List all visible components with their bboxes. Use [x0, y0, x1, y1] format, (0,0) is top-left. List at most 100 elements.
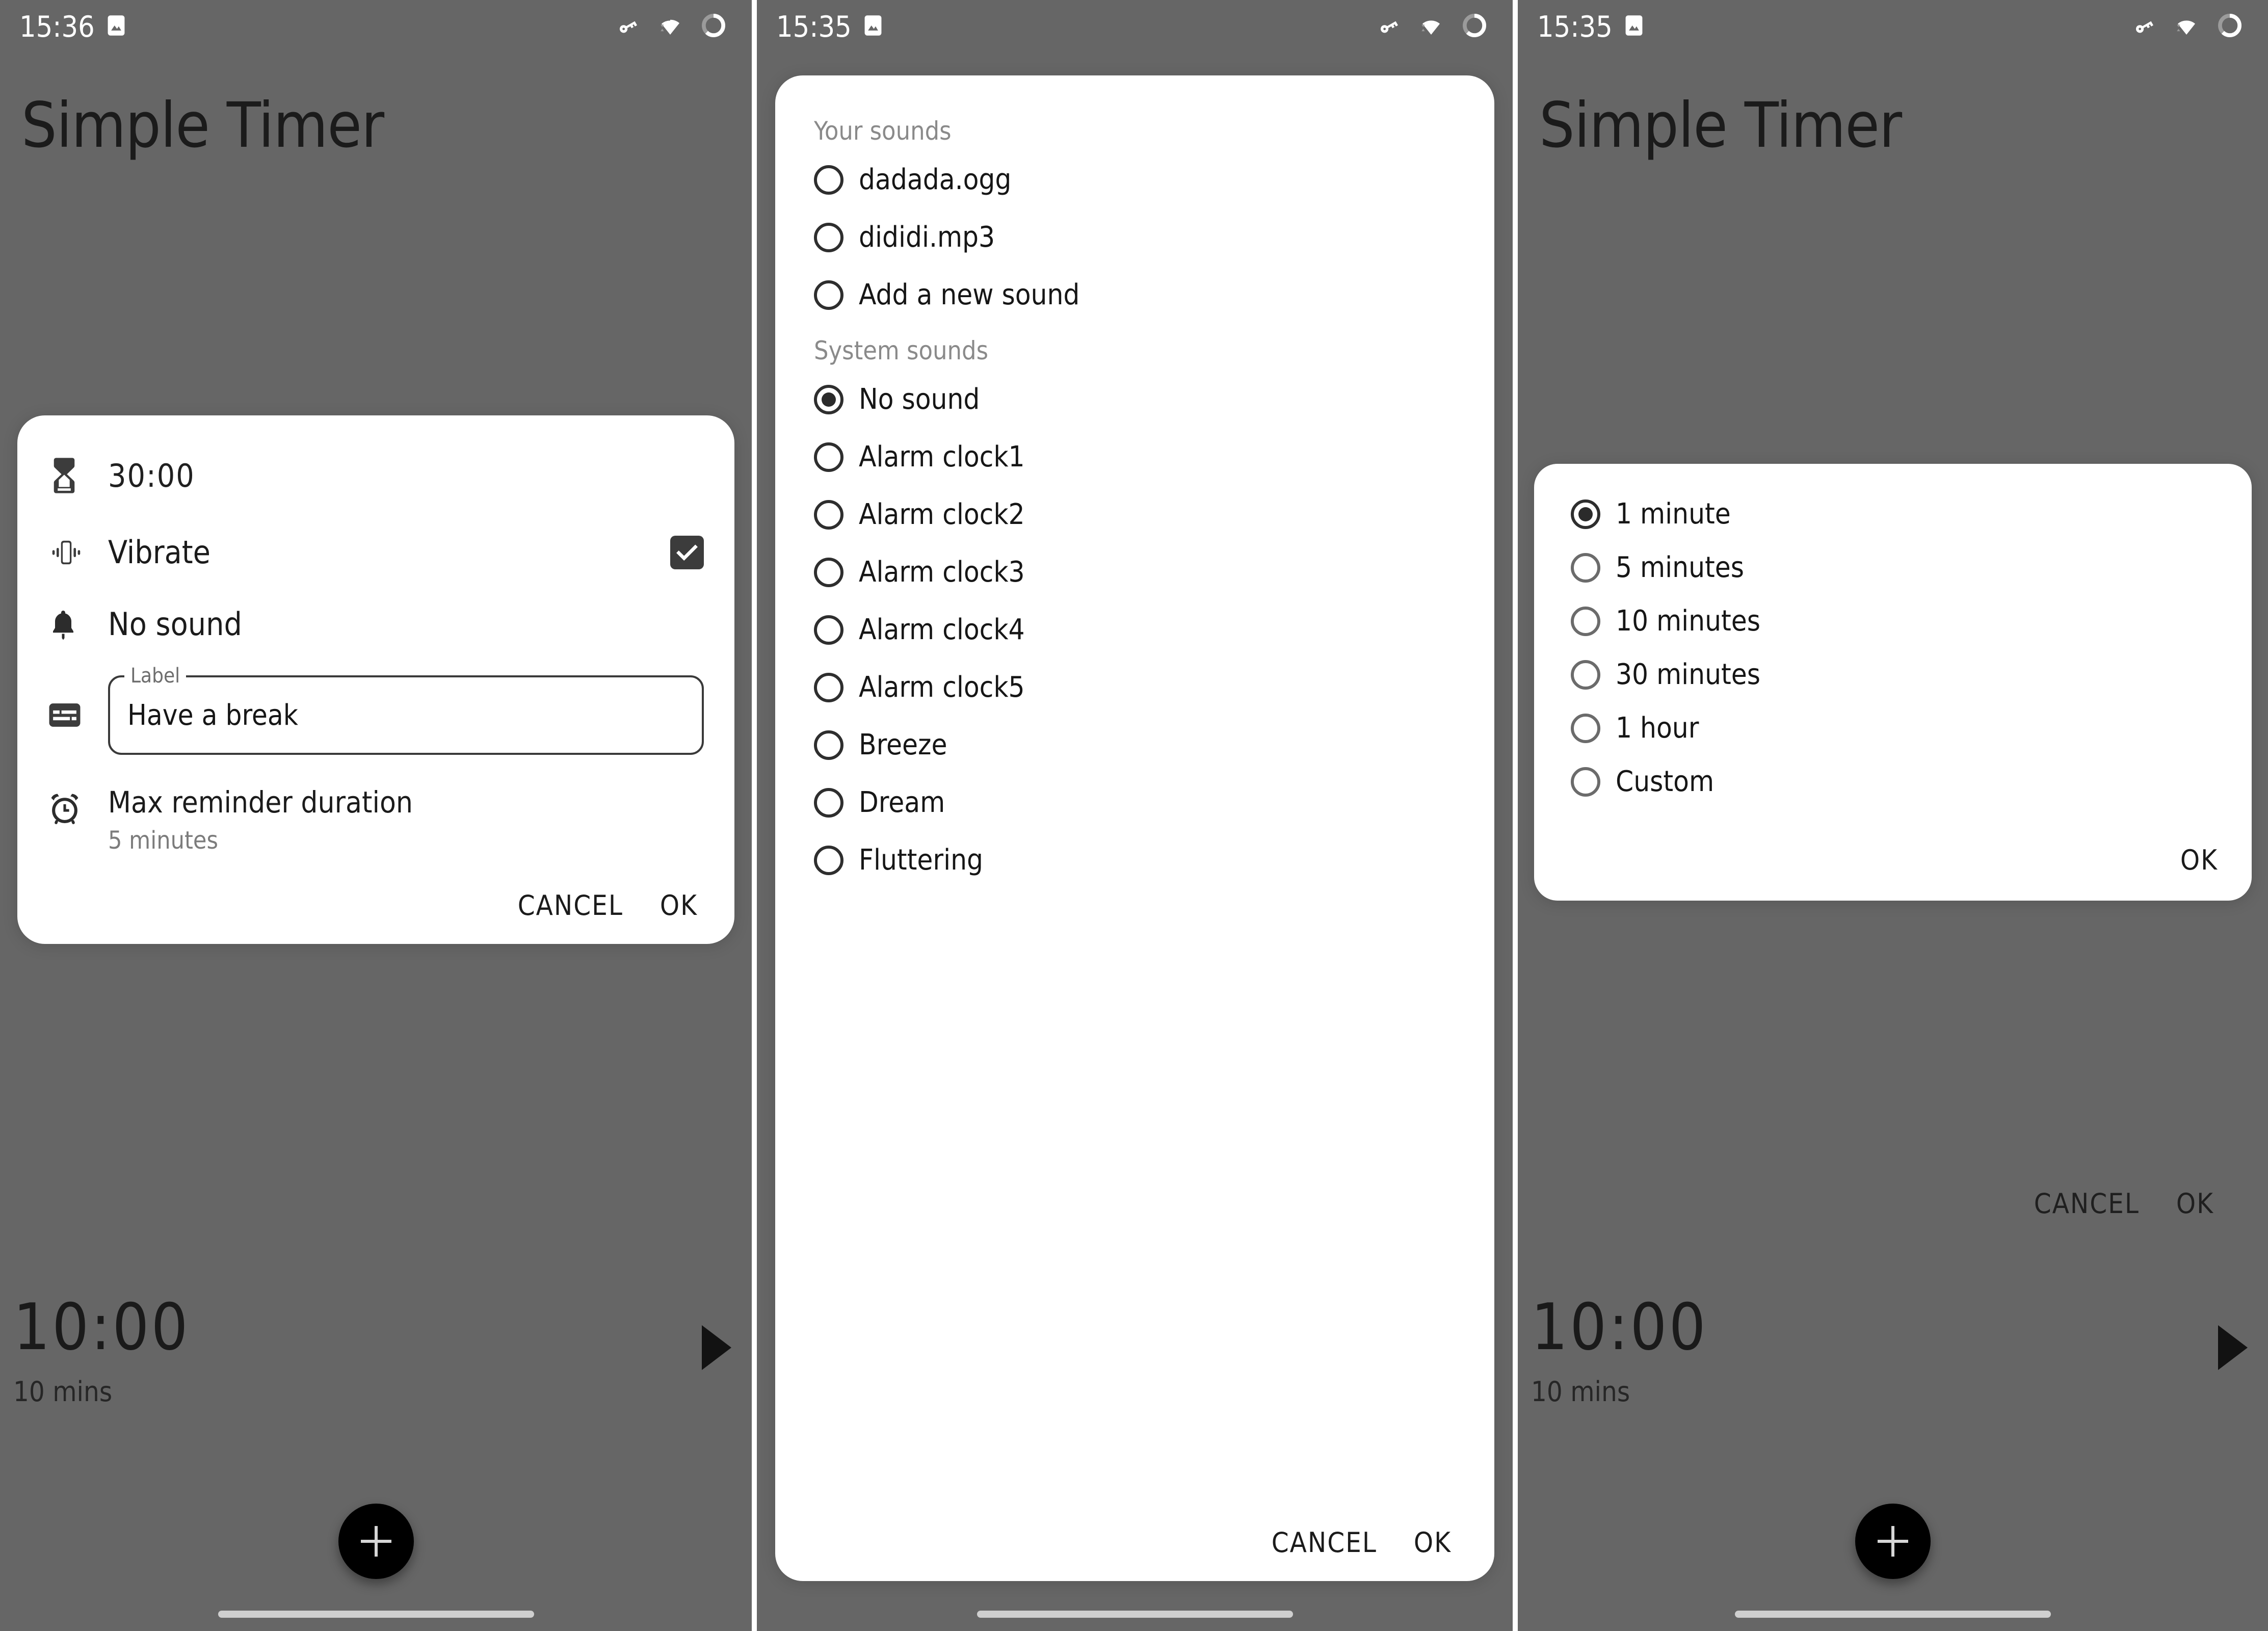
hourglass-icon	[48, 455, 108, 496]
radio-icon[interactable]	[814, 384, 843, 414]
sound-option-label: Alarm clock2	[859, 498, 1025, 531]
radio-icon[interactable]	[814, 442, 843, 472]
sound-option-label: dadada.ogg	[859, 163, 1012, 196]
vibrate-checkbox[interactable]	[670, 535, 704, 569]
status-bar-left: 15:35	[1537, 10, 1644, 44]
ok-button[interactable]: OK	[1414, 1527, 1452, 1559]
max-reminder-texts: Max reminder duration 5 minutes	[108, 786, 413, 855]
radio-icon[interactable]	[1571, 767, 1600, 797]
battery-circle-icon	[700, 12, 727, 42]
sound-options-list[interactable]: Your sounds dadada.ogg dididi.mp3 Add a …	[775, 104, 1494, 1516]
play-icon[interactable]	[702, 1325, 731, 1370]
play-icon[interactable]	[2218, 1325, 2248, 1370]
duration-option-label: 10 minutes	[1616, 604, 1761, 638]
list-item[interactable]: 1 minute	[1534, 487, 2252, 541]
battery-circle-icon	[1461, 12, 1488, 42]
ok-button[interactable]: OK	[2180, 844, 2218, 876]
bell-icon	[48, 607, 108, 642]
ok-button[interactable]: OK	[660, 889, 698, 922]
phone-screen-sound-picker: 15:35 Your sounds dadada.ogg dididi.mp3 …	[757, 0, 1513, 1631]
sound-row[interactable]: No sound	[48, 588, 704, 663]
duration-option-label: Custom	[1616, 765, 1715, 798]
sound-picker-dialog: Your sounds dadada.ogg dididi.mp3 Add a …	[775, 75, 1494, 1581]
radio-icon[interactable]	[1571, 499, 1600, 529]
radio-icon[interactable]	[814, 557, 843, 587]
image-icon	[106, 14, 126, 40]
list-item[interactable]: 10 minutes	[1534, 594, 2252, 648]
list-item[interactable]: Custom	[1534, 755, 2252, 808]
label-input[interactable]: Label Have a break	[108, 664, 704, 755]
alarm-clock-icon	[48, 786, 108, 825]
add-timer-fab[interactable]	[338, 1504, 414, 1579]
list-item[interactable]: Alarm clock5	[775, 659, 1494, 716]
vibrate-label: Vibrate	[108, 534, 210, 571]
nav-gesture-bar[interactable]	[1735, 1611, 2051, 1618]
radio-icon[interactable]	[1571, 606, 1600, 636]
wifi-icon	[656, 12, 684, 41]
list-item[interactable]: Alarm clock3	[775, 543, 1494, 601]
list-item[interactable]: Dream	[775, 774, 1494, 831]
wifi-icon	[2172, 12, 2201, 41]
status-bar-left: 15:36	[19, 10, 126, 44]
cancel-button[interactable]: CANCEL	[2034, 1188, 2140, 1220]
list-item[interactable]: Alarm clock1	[775, 428, 1494, 486]
duration-row[interactable]: 30:00	[48, 441, 704, 516]
cancel-button[interactable]: CANCEL	[1272, 1527, 1377, 1559]
max-duration-dialog: 1 minute 5 minutes 10 minutes 30 minutes…	[1534, 464, 2252, 901]
radio-icon[interactable]	[1571, 713, 1600, 743]
timer-subtitle: 10 mins	[13, 1376, 113, 1408]
edit-timer-dialog: 30:00 Vibrate No sound Label Have a brea…	[17, 415, 734, 944]
image-icon	[863, 14, 883, 40]
radio-icon[interactable]	[814, 165, 843, 195]
radio-icon[interactable]	[1571, 553, 1600, 583]
plus-icon	[1878, 1526, 1908, 1557]
list-item[interactable]: 5 minutes	[1534, 541, 2252, 594]
status-time: 15:36	[19, 10, 95, 44]
ok-button[interactable]: OK	[2176, 1188, 2214, 1220]
list-item[interactable]: dididi.mp3	[775, 208, 1494, 266]
max-reminder-title: Max reminder duration	[108, 785, 413, 820]
nav-gesture-bar[interactable]	[218, 1611, 534, 1618]
max-reminder-value: 5 minutes	[108, 826, 218, 855]
vibrate-row[interactable]: Vibrate	[48, 516, 704, 588]
radio-icon[interactable]	[814, 730, 843, 760]
timer-list-item[interactable]: 10:00 10 mins	[13, 1290, 739, 1408]
duration-option-label: 1 minute	[1616, 497, 1731, 531]
edit-dialog-actions: CANCEL OK	[48, 860, 704, 926]
status-bar-right	[614, 12, 727, 42]
radio-icon[interactable]	[814, 499, 843, 530]
label-input-value: Have a break	[127, 698, 298, 732]
radio-icon[interactable]	[814, 222, 843, 252]
status-bar-right	[1375, 12, 1488, 42]
list-item[interactable]: No sound	[775, 371, 1494, 428]
sound-option-label: Alarm clock5	[859, 671, 1025, 704]
radio-icon[interactable]	[814, 615, 843, 645]
max-reminder-row[interactable]: Max reminder duration 5 minutes	[48, 767, 704, 860]
system-sounds-header: System sounds	[814, 336, 989, 365]
radio-icon[interactable]	[1571, 660, 1600, 690]
radio-icon[interactable]	[814, 672, 843, 702]
sound-option-label: Dream	[859, 786, 945, 819]
cancel-button[interactable]: CANCEL	[518, 889, 623, 922]
radio-icon[interactable]	[814, 280, 843, 310]
list-item[interactable]: Breeze	[775, 716, 1494, 774]
max-duration-options-list[interactable]: 1 minute 5 minutes 10 minutes 30 minutes…	[1534, 487, 2252, 808]
label-row[interactable]: Label Have a break	[48, 663, 704, 767]
list-item[interactable]: dadada.ogg	[775, 151, 1494, 208]
radio-icon[interactable]	[814, 787, 843, 818]
plus-icon	[360, 1526, 391, 1557]
list-item[interactable]: Fluttering	[775, 831, 1494, 889]
sound-value: No sound	[108, 606, 242, 643]
sound-option-label: No sound	[859, 383, 980, 416]
duration-option-label: 1 hour	[1616, 712, 1699, 745]
list-item[interactable]: 30 minutes	[1534, 648, 2252, 701]
timer-list-item[interactable]: 10:00 10 mins	[1531, 1290, 2255, 1408]
list-item[interactable]: Alarm clock4	[775, 601, 1494, 659]
list-item[interactable]: 1 hour	[1534, 701, 2252, 755]
radio-icon[interactable]	[814, 845, 843, 875]
list-item[interactable]: Add a new sound	[775, 266, 1494, 324]
timer-subtitle: 10 mins	[1531, 1376, 1630, 1408]
nav-gesture-bar[interactable]	[977, 1611, 1293, 1618]
list-item[interactable]: Alarm clock2	[775, 486, 1494, 543]
add-timer-fab[interactable]	[1855, 1504, 1931, 1579]
